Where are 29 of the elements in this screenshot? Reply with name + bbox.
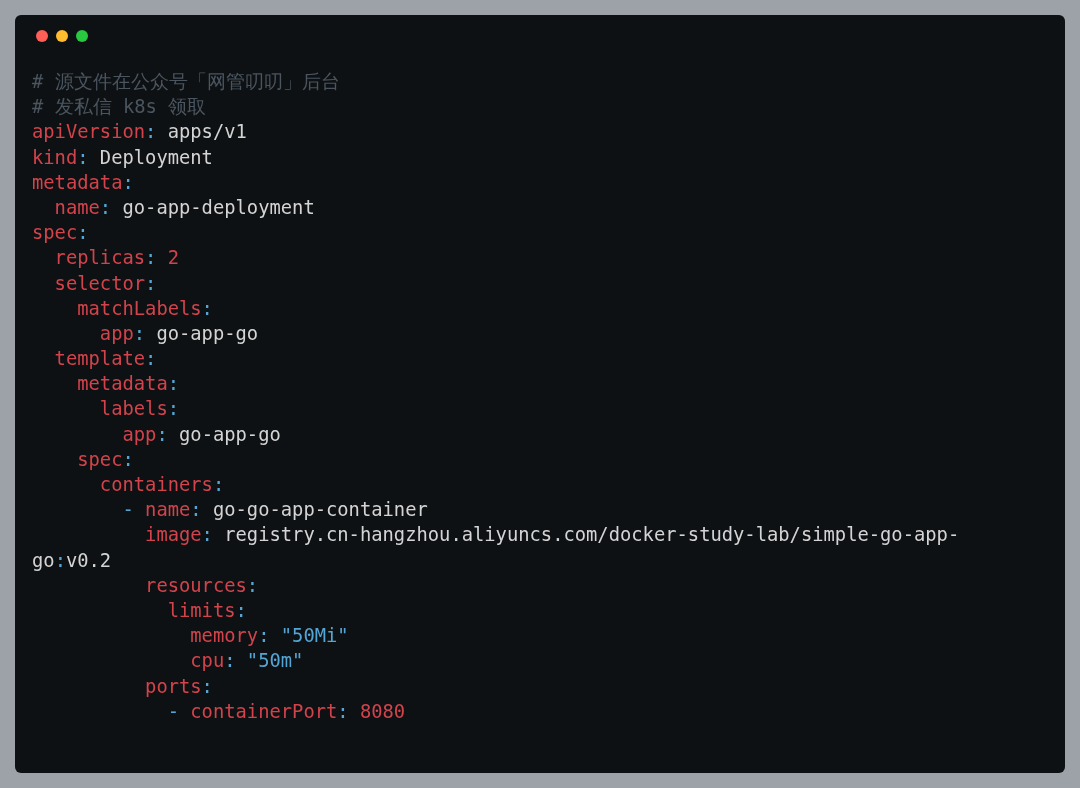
code-line: memory: "50Mi": [189, 625, 349, 647]
code-line: ports:: [144, 675, 213, 697]
code-line: replicas: 2: [53, 247, 179, 269]
code-line: - name: go-go-app-container: [121, 499, 428, 521]
code-line: resources:: [144, 574, 259, 596]
code-line: kind: Deployment: [32, 146, 213, 168]
code-line: metadata:: [76, 373, 179, 395]
code-line: containers:: [98, 474, 225, 495]
window-control-button[interactable]: [76, 30, 88, 42]
window-control-button[interactable]: [36, 30, 48, 42]
code-line: matchLabels:: [76, 297, 213, 319]
code-line: app: go-app-go: [98, 322, 259, 344]
code-line: go:v0.2: [32, 549, 112, 571]
code-line: apiVersion: apps/v1: [32, 121, 247, 143]
code-line: - containerPort: 8080: [166, 700, 406, 722]
code-line: app: go-app-go: [121, 423, 281, 445]
code-line: spec:: [76, 448, 134, 470]
code-comment: # 发私信 k8s 领取: [32, 96, 207, 118]
code-line: spec:: [32, 222, 89, 244]
code-line: selector:: [53, 272, 157, 294]
window-control-button[interactable]: [56, 30, 68, 42]
code-line: name: go-app-deployment: [53, 196, 315, 218]
code-line: template:: [53, 348, 157, 370]
code-line: cpu: "50m": [189, 650, 304, 672]
code-line: limits:: [166, 599, 247, 621]
code-comment: # 源文件在公众号「网管叨叨」后台: [32, 71, 340, 92]
code-line: metadata:: [32, 171, 134, 193]
code-line: image: registry.cn-hangzhou.aliyuncs.com/docker-study-lab/simple-go-app-: [144, 524, 960, 546]
code-line: labels:: [98, 398, 179, 420]
